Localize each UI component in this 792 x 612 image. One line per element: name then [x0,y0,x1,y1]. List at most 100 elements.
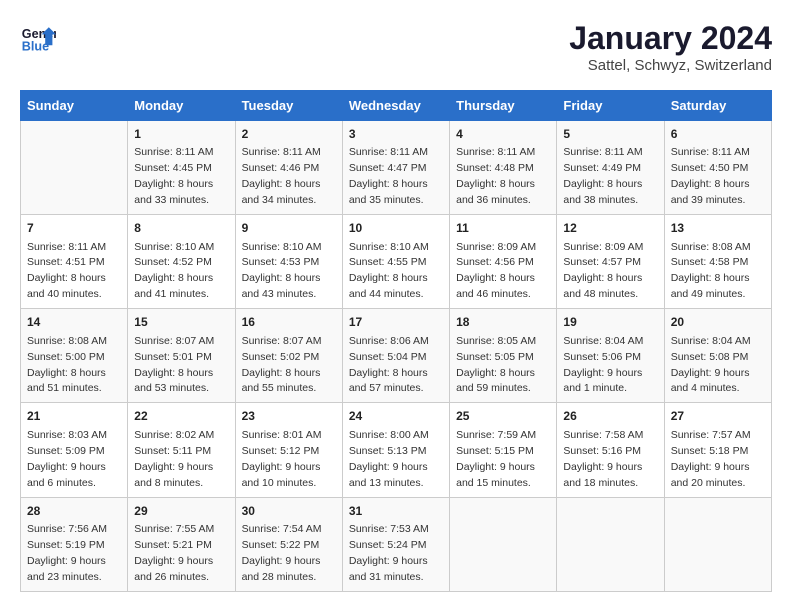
day-detail: Sunrise: 8:11 AM Sunset: 4:49 PM Dayligh… [563,146,642,206]
weekday-header-cell: Monday [128,91,235,121]
calendar-cell: 20 Sunrise: 8:04 AM Sunset: 5:08 PM Dayli… [664,309,771,403]
calendar-cell: 17Sunrise: 8:06 AM Sunset: 5:04 PM Dayli… [342,309,449,403]
day-detail: Sunrise: 8:10 AM Sunset: 4:53 PM Dayligh… [242,241,322,301]
calendar-body: 1Sunrise: 8:11 AM Sunset: 4:45 PM Daylig… [21,121,772,592]
calendar-week-row: 1Sunrise: 8:11 AM Sunset: 4:45 PM Daylig… [21,121,772,215]
calendar-cell: 11 Sunrise: 8:09 AM Sunset: 4:56 PM Dayli… [450,215,557,309]
day-detail: Sunrise: 8:11 AM Sunset: 4:51 PM Dayligh… [27,241,106,301]
page-header: General Blue January 2024 Sattel, Schwyz… [20,20,772,74]
day-number: 27 [671,408,765,425]
day-number: 30 [242,503,336,520]
calendar-week-row: 14Sunrise: 8:08 AM Sunset: 5:00 PM Dayli… [21,309,772,403]
day-detail: Sunrise: 7:53 AM Sunset: 5:24 PM Dayligh… [349,523,429,583]
day-number: 17 [349,314,443,331]
calendar-cell: 16 Sunrise: 8:07 AM Sunset: 5:02 PM Dayli… [235,309,342,403]
calendar-week-row: 28 Sunrise: 7:56 AM Sunset: 5:19 PM Dayli… [21,497,772,591]
day-number: 28 [27,503,121,520]
day-detail: Sunrise: 8:10 AM Sunset: 4:52 PM Dayligh… [134,241,214,301]
day-number: 26 [563,408,657,425]
day-number: 9 [242,220,336,237]
day-detail: Sunrise: 8:09 AM Sunset: 4:56 PM Dayligh… [456,241,536,301]
day-detail: Sunrise: 8:11 AM Sunset: 4:48 PM Dayligh… [456,146,535,206]
logo-icon: General Blue [20,20,56,56]
calendar-cell [450,497,557,591]
weekday-header-cell: Saturday [664,91,771,121]
weekday-header-cell: Sunday [21,91,128,121]
day-detail: Sunrise: 8:07 AM Sunset: 5:02 PM Dayligh… [242,335,322,395]
calendar-cell: 2 Sunrise: 8:11 AM Sunset: 4:46 PM Daylig… [235,121,342,215]
calendar-cell: 29Sunrise: 7:55 AM Sunset: 5:21 PM Dayli… [128,497,235,591]
day-number: 5 [563,126,657,143]
calendar-cell: 30 Sunrise: 7:54 AM Sunset: 5:22 PM Dayli… [235,497,342,591]
day-detail: Sunrise: 7:57 AM Sunset: 5:18 PM Dayligh… [671,429,751,489]
calendar-cell: 4 Sunrise: 8:11 AM Sunset: 4:48 PM Daylig… [450,121,557,215]
day-detail: Sunrise: 8:07 AM Sunset: 5:01 PM Dayligh… [134,335,214,395]
calendar-week-row: 7 Sunrise: 8:11 AM Sunset: 4:51 PM Daylig… [21,215,772,309]
calendar-cell: 24Sunrise: 8:00 AM Sunset: 5:13 PM Dayli… [342,403,449,497]
calendar-cell [664,497,771,591]
day-number: 4 [456,126,550,143]
day-detail: Sunrise: 8:11 AM Sunset: 4:45 PM Dayligh… [134,146,213,206]
day-number: 20 [671,314,765,331]
calendar-cell: 21 Sunrise: 8:03 AM Sunset: 5:09 PM Dayli… [21,403,128,497]
day-number: 6 [671,126,765,143]
day-number: 25 [456,408,550,425]
day-number: 7 [27,220,121,237]
day-detail: Sunrise: 8:10 AM Sunset: 4:55 PM Dayligh… [349,241,429,301]
day-detail: Sunrise: 8:05 AM Sunset: 5:05 PM Dayligh… [456,335,536,395]
calendar-cell: 1Sunrise: 8:11 AM Sunset: 4:45 PM Daylig… [128,121,235,215]
day-number: 12 [563,220,657,237]
day-number: 19 [563,314,657,331]
day-detail: Sunrise: 7:54 AM Sunset: 5:22 PM Dayligh… [242,523,322,583]
calendar-cell [557,497,664,591]
day-detail: Sunrise: 8:11 AM Sunset: 4:47 PM Dayligh… [349,146,428,206]
weekday-header-row: SundayMondayTuesdayWednesdayThursdayFrid… [21,91,772,121]
weekday-header-cell: Tuesday [235,91,342,121]
day-number: 15 [134,314,228,331]
calendar-cell: 23 Sunrise: 8:01 AM Sunset: 5:12 PM Dayli… [235,403,342,497]
calendar-cell: 31Sunrise: 7:53 AM Sunset: 5:24 PM Dayli… [342,497,449,591]
day-number: 18 [456,314,550,331]
day-detail: Sunrise: 8:09 AM Sunset: 4:57 PM Dayligh… [563,241,643,301]
day-number: 24 [349,408,443,425]
calendar-cell: 10 Sunrise: 8:10 AM Sunset: 4:55 PM Dayli… [342,215,449,309]
day-number: 3 [349,126,443,143]
calendar-week-row: 21 Sunrise: 8:03 AM Sunset: 5:09 PM Dayli… [21,403,772,497]
day-detail: Sunrise: 8:08 AM Sunset: 4:58 PM Dayligh… [671,241,751,301]
weekday-header-cell: Friday [557,91,664,121]
day-detail: Sunrise: 7:55 AM Sunset: 5:21 PM Dayligh… [134,523,214,583]
day-number: 16 [242,314,336,331]
calendar-cell [21,121,128,215]
calendar-cell: 28 Sunrise: 7:56 AM Sunset: 5:19 PM Dayli… [21,497,128,591]
calendar-cell: 6Sunrise: 8:11 AM Sunset: 4:50 PM Daylig… [664,121,771,215]
day-detail: Sunrise: 8:03 AM Sunset: 5:09 PM Dayligh… [27,429,107,489]
calendar-cell: 14Sunrise: 8:08 AM Sunset: 5:00 PM Dayli… [21,309,128,403]
month-title: January 2024 [569,20,772,57]
calendar-cell: 5 Sunrise: 8:11 AM Sunset: 4:49 PM Daylig… [557,121,664,215]
day-number: 21 [27,408,121,425]
calendar-cell: 19 Sunrise: 8:04 AM Sunset: 5:06 PM Dayli… [557,309,664,403]
day-number: 13 [671,220,765,237]
calendar-cell: 15 Sunrise: 8:07 AM Sunset: 5:01 PM Dayli… [128,309,235,403]
day-detail: Sunrise: 7:56 AM Sunset: 5:19 PM Dayligh… [27,523,107,583]
day-number: 11 [456,220,550,237]
calendar-cell: 26Sunrise: 7:58 AM Sunset: 5:16 PM Dayli… [557,403,664,497]
calendar-cell: 13 Sunrise: 8:08 AM Sunset: 4:58 PM Dayli… [664,215,771,309]
day-number: 2 [242,126,336,143]
day-detail: Sunrise: 8:04 AM Sunset: 5:06 PM Dayligh… [563,335,643,395]
calendar-cell: 7 Sunrise: 8:11 AM Sunset: 4:51 PM Daylig… [21,215,128,309]
weekday-header-cell: Thursday [450,91,557,121]
day-detail: Sunrise: 8:04 AM Sunset: 5:08 PM Dayligh… [671,335,751,395]
day-number: 14 [27,314,121,331]
day-number: 23 [242,408,336,425]
location: Sattel, Schwyz, Switzerland [569,57,772,74]
calendar-cell: 18 Sunrise: 8:05 AM Sunset: 5:05 PM Dayli… [450,309,557,403]
day-detail: Sunrise: 8:01 AM Sunset: 5:12 PM Dayligh… [242,429,322,489]
svg-text:Blue: Blue [22,40,49,54]
day-detail: Sunrise: 7:59 AM Sunset: 5:15 PM Dayligh… [456,429,536,489]
weekday-header-cell: Wednesday [342,91,449,121]
calendar-cell: 25 Sunrise: 7:59 AM Sunset: 5:15 PM Dayli… [450,403,557,497]
day-number: 10 [349,220,443,237]
calendar-cell: 3 Sunrise: 8:11 AM Sunset: 4:47 PM Daylig… [342,121,449,215]
day-detail: Sunrise: 8:11 AM Sunset: 4:46 PM Dayligh… [242,146,321,206]
